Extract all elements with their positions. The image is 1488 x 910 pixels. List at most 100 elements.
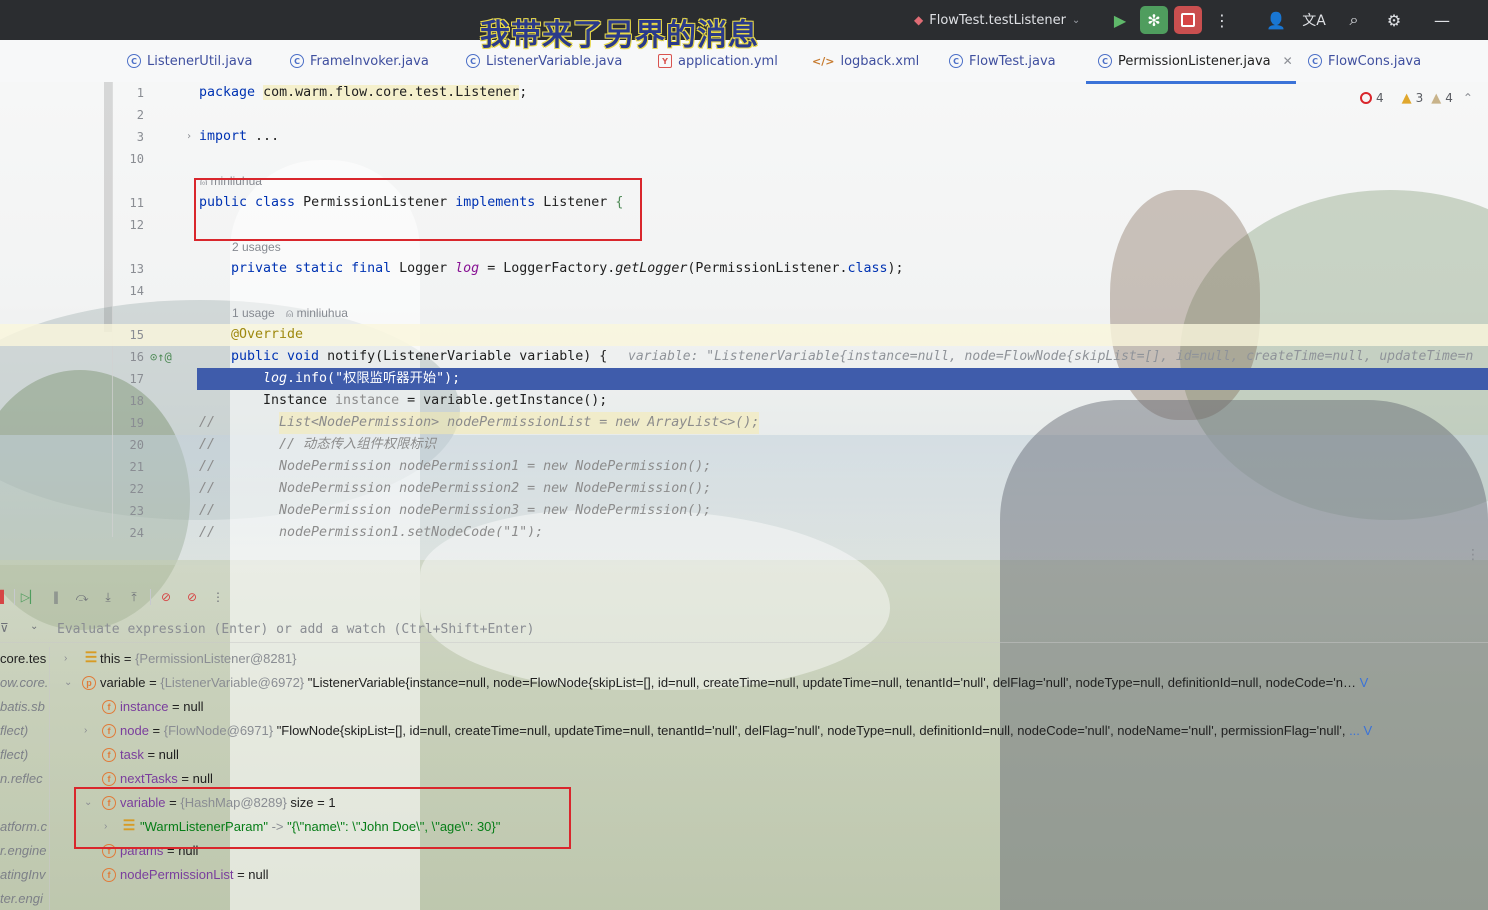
translate-button[interactable]: 文A xyxy=(1300,6,1328,34)
evaluate-expression-input[interactable] xyxy=(57,619,957,639)
equals-sign: = xyxy=(145,675,161,690)
view-value-link[interactable]: ... V xyxy=(1345,723,1372,738)
more-debug-actions-button[interactable]: ⋮ xyxy=(208,587,228,607)
execution-point-line[interactable]: 17 log.info("权限监听器开始"); xyxy=(130,368,1488,390)
mute-breakpoints-button[interactable]: ⊘ xyxy=(182,587,202,607)
variable-value: null xyxy=(192,771,213,786)
stack-frame[interactable]: core.tes xyxy=(0,647,49,671)
search-button[interactable]: ⌕ xyxy=(1340,6,1368,34)
line-number: 3 xyxy=(136,130,144,144)
code-line[interactable]: 20 // // 动态传入组件权限标识 xyxy=(0,434,1488,456)
package-name: com.warm.flow.core.test.Listener xyxy=(263,85,520,100)
usages-hint[interactable]: 2 usages xyxy=(232,240,281,254)
code-text: public class PermissionListener implemen… xyxy=(199,192,623,214)
stack-frame[interactable]: batis.sb xyxy=(0,695,49,719)
fold-chevron-icon[interactable]: › xyxy=(186,126,192,148)
code-line[interactable]: 14 xyxy=(0,280,1488,302)
code-line[interactable]: 12 xyxy=(0,214,1488,236)
stack-frame[interactable]: ter.engi xyxy=(0,887,49,910)
tab-permissionlistener[interactable]: C PermissionListener.java ✕ xyxy=(1086,40,1296,84)
tab-frameinvoker[interactable]: C FrameInvoker.java xyxy=(290,40,429,82)
code-line[interactable]: 18 Instance instance = variable.getInsta… xyxy=(0,390,1488,412)
resume-button[interactable]: ▷▏ xyxy=(20,587,40,607)
variable-text: "WarmListenerParam" -> "{\"name\": \"Joh… xyxy=(140,815,500,839)
code-line[interactable]: 19 // List<NodePermission> nodePermissio… xyxy=(0,412,1488,434)
collapse-chevron-icon[interactable]: ⌄ xyxy=(64,671,72,695)
keyword: package xyxy=(199,85,256,100)
code-line[interactable]: 21 // NodePermission nodePermission1 = n… xyxy=(0,456,1488,478)
filter-icon[interactable]: ⊽ xyxy=(0,621,9,635)
code-line[interactable]: 13 private static final Logger log = Log… xyxy=(0,258,1488,280)
tab-listenerutil[interactable]: C ListenerUtil.java xyxy=(127,40,253,82)
line-number: 13 xyxy=(129,262,144,276)
bug-icon: ✻ xyxy=(1147,10,1161,30)
add-user-button[interactable]: 👤 xyxy=(1262,6,1290,34)
variable-name: this xyxy=(100,651,121,666)
line-number: 21 xyxy=(129,460,144,474)
comment-slash: // xyxy=(199,459,216,474)
code-line[interactable]: 16 ⊙↑@ public void notify(ListenerVariab… xyxy=(0,346,1488,368)
tab-flowcons[interactable]: C FlowCons.java xyxy=(1308,40,1421,82)
resume-program-button[interactable]: ▶ xyxy=(1106,6,1134,34)
expand-chevron-icon[interactable]: › xyxy=(64,647,67,671)
implements-method-icon[interactable]: ⊙↑@ xyxy=(150,346,172,368)
code-line[interactable]: 11 public class PermissionListener imple… xyxy=(0,192,1488,214)
step-out-button[interactable]: ⤒ xyxy=(124,587,144,607)
variable-text: params = null xyxy=(120,839,198,863)
tab-logback-xml[interactable]: </> logback.xml xyxy=(812,40,919,82)
collapse-chevron-icon[interactable]: ⌄ xyxy=(84,791,92,815)
author-hint[interactable]: ⍝ minliuhua xyxy=(200,174,262,189)
usages-hint[interactable]: 1 usage ⍝ minliuhua xyxy=(232,306,348,321)
line-number: 16 xyxy=(129,350,144,364)
code-line[interactable]: 22 // NodePermission nodePermission2 = n… xyxy=(0,478,1488,500)
code-line[interactable]: 23 // NodePermission nodePermission3 = n… xyxy=(0,500,1488,522)
line-number: 22 xyxy=(129,482,144,496)
code-line[interactable]: 2 xyxy=(0,104,1488,126)
stack-frame[interactable]: ow.core. xyxy=(0,671,49,695)
line-number: 18 xyxy=(129,394,144,408)
stack-frame[interactable]: flect) xyxy=(0,719,49,743)
pause-button[interactable]: ‖ xyxy=(46,587,66,607)
code-line[interactable]: 1 package com.warm.flow.core.test.Listen… xyxy=(0,82,1488,104)
stack-frame[interactable]: n.reflec xyxy=(0,767,49,791)
object-reference: {ListenerVariable@6972} xyxy=(160,675,305,690)
map-key: "WarmListenerParam" xyxy=(140,819,268,834)
code-line[interactable]: 3 › import ... xyxy=(0,126,1488,148)
stop-button[interactable] xyxy=(1174,6,1202,34)
frames-list: core.tes ow.core. batis.sb flect) flect)… xyxy=(0,647,50,910)
user-plus-icon: 👤 xyxy=(1266,10,1286,30)
step-over-button[interactable]: ⤼ xyxy=(72,587,92,607)
code-line[interactable]: 24 // nodePermission1.setNodeCode("1"); xyxy=(0,522,1488,537)
view-value-link[interactable]: V xyxy=(1356,675,1369,690)
minimize-window-button[interactable]: — xyxy=(1428,6,1456,34)
field-icon: f xyxy=(102,772,116,786)
equals-sign: = xyxy=(163,843,179,858)
stop-debug-button[interactable]: ▌ xyxy=(0,587,14,607)
folded-imports[interactable]: ... xyxy=(247,129,279,144)
stack-frame[interactable]: r.engine xyxy=(0,839,49,863)
stack-frame[interactable] xyxy=(0,791,49,815)
settings-button[interactable]: ⚙ xyxy=(1380,6,1408,34)
code-line[interactable]: 10 xyxy=(0,148,1488,170)
expand-chevron-icon[interactable]: › xyxy=(84,719,87,743)
close-tab-icon[interactable]: ✕ xyxy=(1283,54,1293,68)
code-line[interactable]: 15 @Override xyxy=(0,324,1488,346)
gear-icon: ⚙ xyxy=(1386,10,1402,30)
tab-flowtest[interactable]: C FlowTest.java xyxy=(949,40,1056,82)
usages-hint-label: 1 usage xyxy=(232,306,275,320)
run-configuration-selector[interactable]: ◆ FlowTest.testListener ⌄ xyxy=(914,8,1080,32)
equals-sign: = xyxy=(177,771,193,786)
step-into-button[interactable]: ⤓ xyxy=(98,587,118,607)
panel-options-icon[interactable]: ⋮ xyxy=(1466,547,1480,563)
code-fragment: (PermissionListener. xyxy=(687,261,848,276)
stack-frame[interactable]: atform.c xyxy=(0,815,49,839)
debug-button[interactable]: ✻ xyxy=(1140,6,1168,34)
stack-frame[interactable]: flect) xyxy=(0,743,49,767)
stack-frame[interactable]: atingInv xyxy=(0,863,49,887)
chevron-down-icon[interactable]: ⌄ xyxy=(30,621,38,632)
expand-chevron-icon[interactable]: › xyxy=(104,815,107,839)
type-name: Instance xyxy=(263,393,328,408)
view-breakpoints-button[interactable]: ⊘ xyxy=(156,587,176,607)
more-actions-button[interactable]: ⋮ xyxy=(1208,6,1236,34)
code-editor[interactable]: 4 ▲ 3 ▲ 4 ⌃ 1 package com.warm.flow.core… xyxy=(0,82,1488,537)
